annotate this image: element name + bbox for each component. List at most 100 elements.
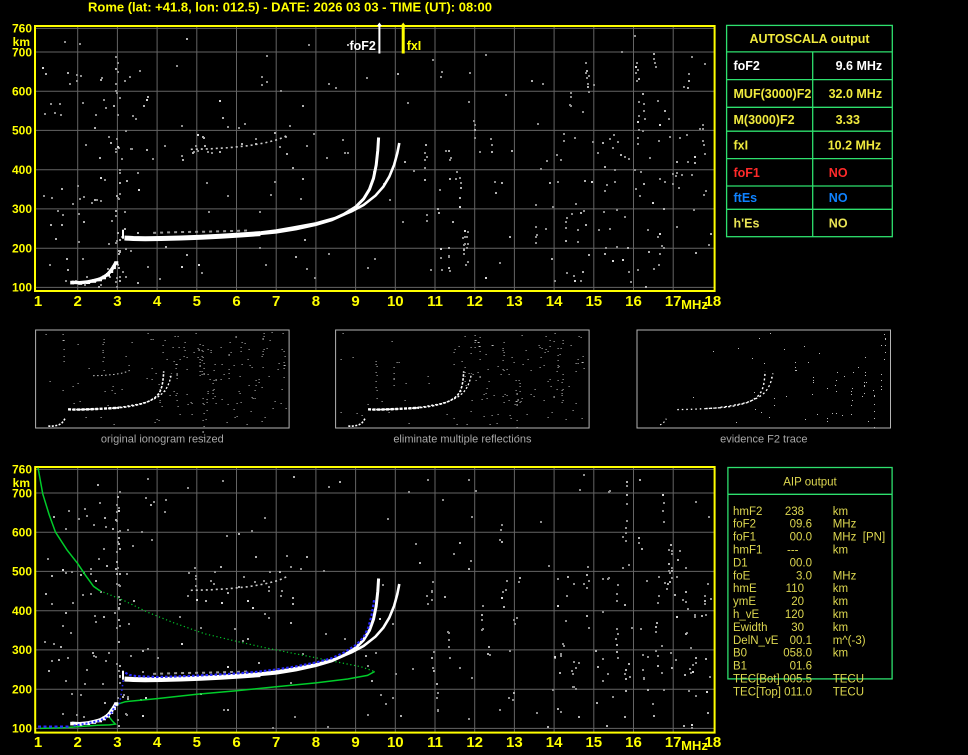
svg-text:4: 4 [153, 293, 162, 310]
svg-text:10: 10 [387, 293, 404, 310]
svg-text:400: 400 [12, 163, 32, 177]
svg-text:13: 13 [506, 293, 523, 310]
svg-text:9: 9 [351, 293, 359, 310]
svg-text:9.6 MHz: 9.6 MHz [836, 59, 883, 73]
svg-text:2: 2 [74, 293, 82, 310]
svg-text:500: 500 [12, 565, 32, 579]
svg-text:01.6: 01.6 [790, 661, 812, 673]
svg-text:MUF(3000)F2: MUF(3000)F2 [734, 87, 812, 101]
svg-text:8: 8 [312, 293, 320, 310]
svg-text:TECU: TECU [833, 686, 864, 698]
svg-text:238: 238 [785, 506, 804, 518]
svg-text:100: 100 [12, 722, 32, 736]
svg-text:6: 6 [232, 293, 240, 310]
svg-text:4: 4 [153, 734, 162, 751]
svg-text:10.2 MHz: 10.2 MHz [828, 138, 882, 152]
svg-text:12: 12 [466, 734, 483, 751]
svg-text:14: 14 [546, 734, 563, 751]
svg-text:1: 1 [34, 293, 42, 310]
svg-text:300: 300 [12, 643, 32, 657]
svg-text:20: 20 [791, 596, 804, 608]
svg-text:MHz: MHz [833, 519, 857, 531]
svg-text:600: 600 [12, 85, 32, 99]
svg-text:km: km [833, 622, 848, 634]
svg-text:00.0: 00.0 [790, 557, 812, 569]
svg-text:B1: B1 [733, 661, 747, 673]
svg-text:16: 16 [625, 734, 642, 751]
svg-text:hmF1: hmF1 [733, 545, 762, 557]
svg-text:km: km [13, 476, 30, 490]
svg-text:12: 12 [466, 293, 483, 310]
svg-text:B0: B0 [733, 648, 747, 660]
svg-text:evidence F2 trace: evidence F2 trace [720, 434, 807, 446]
svg-text:km: km [833, 545, 848, 557]
svg-text:011.0: 011.0 [784, 686, 812, 698]
svg-text:09.6: 09.6 [790, 519, 812, 531]
svg-text:AIP output: AIP output [783, 477, 837, 489]
svg-text:3.0: 3.0 [796, 570, 812, 582]
svg-text:17: 17 [665, 293, 682, 310]
svg-text:13: 13 [506, 734, 523, 751]
svg-text:TEC[Bot]: TEC[Bot] [733, 674, 780, 686]
svg-text:00.1: 00.1 [790, 635, 812, 647]
svg-text:km: km [833, 506, 848, 518]
svg-text:MHz: MHz [681, 297, 708, 312]
svg-text:ymE: ymE [733, 596, 756, 608]
svg-text:8: 8 [312, 734, 320, 751]
svg-text:400: 400 [12, 604, 32, 618]
svg-text:MHz: MHz [833, 570, 857, 582]
svg-text:11: 11 [427, 293, 443, 310]
svg-text:15: 15 [585, 293, 602, 310]
svg-text:760: 760 [12, 463, 32, 477]
svg-text:foF2: foF2 [734, 59, 760, 73]
svg-text:1: 1 [34, 734, 42, 751]
svg-text:AUTOSCALA output: AUTOSCALA output [749, 32, 870, 46]
svg-text:MHz: MHz [681, 738, 708, 753]
svg-text:hmE: hmE [733, 583, 757, 595]
svg-text:500: 500 [12, 124, 32, 138]
svg-text:5: 5 [193, 293, 201, 310]
svg-text:15: 15 [585, 734, 602, 751]
svg-text:14: 14 [546, 293, 563, 310]
svg-text:hmF2: hmF2 [733, 506, 762, 518]
svg-text:foF2: foF2 [350, 39, 376, 53]
svg-text:MHz: MHz [833, 532, 857, 544]
svg-text:NO: NO [829, 191, 848, 205]
svg-text:[PN]: [PN] [863, 532, 885, 544]
svg-text:eliminate multiple reflections: eliminate multiple reflections [393, 434, 532, 446]
svg-text:7: 7 [272, 734, 280, 751]
svg-text:110: 110 [786, 583, 804, 595]
svg-text:5: 5 [193, 734, 201, 751]
svg-text:fxI: fxI [407, 39, 422, 53]
svg-text:h_vE: h_vE [733, 609, 760, 621]
svg-text:km: km [833, 648, 848, 660]
svg-text:original ionogram resized: original ionogram resized [101, 434, 224, 446]
svg-text:32.0 MHz: 32.0 MHz [829, 87, 883, 101]
svg-text:200: 200 [12, 683, 32, 697]
svg-text:km: km [833, 596, 848, 608]
svg-text:200: 200 [12, 242, 32, 256]
svg-text:foF1: foF1 [733, 532, 756, 544]
svg-text:M(3000)F2: M(3000)F2 [734, 113, 795, 127]
svg-text:16: 16 [625, 293, 642, 310]
svg-text:3: 3 [113, 293, 121, 310]
svg-text:17: 17 [665, 734, 682, 751]
svg-text:NO: NO [829, 166, 848, 180]
svg-text:foE: foE [733, 570, 751, 582]
svg-text:h'Es: h'Es [734, 217, 760, 231]
svg-text:300: 300 [12, 202, 32, 216]
svg-text:10: 10 [387, 734, 404, 751]
svg-text:fxI: fxI [734, 138, 749, 152]
svg-text:600: 600 [12, 526, 32, 540]
svg-text:120: 120 [785, 609, 804, 621]
svg-text:6: 6 [232, 734, 240, 751]
svg-text:00.0: 00.0 [790, 532, 812, 544]
svg-text:foF2: foF2 [733, 519, 756, 531]
svg-text:Ewidth: Ewidth [733, 622, 768, 634]
svg-text:11: 11 [427, 734, 443, 751]
svg-text:Rome (lat: +41.8, lon: 012.5): Rome (lat: +41.8, lon: 012.5) - DATE: 20… [88, 0, 492, 15]
svg-text:foF1: foF1 [734, 166, 760, 180]
svg-text:DelN_vE: DelN_vE [733, 635, 779, 647]
svg-text:005.5: 005.5 [783, 674, 812, 686]
svg-text:km: km [833, 609, 848, 621]
